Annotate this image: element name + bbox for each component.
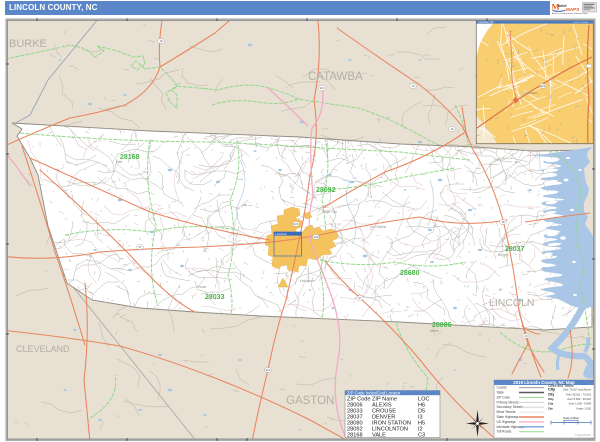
svg-text:16: 16 — [524, 334, 528, 338]
svg-text:City: City — [548, 388, 556, 392]
svg-text:City: City — [548, 407, 553, 410]
svg-text:Crouse: Crouse — [196, 285, 207, 289]
svg-text:28680: 28680 — [400, 270, 420, 277]
svg-text:US Highways: US Highways — [497, 420, 517, 424]
svg-text:28168: 28168 — [120, 154, 140, 161]
svg-text:America's Leading Source of Bu: America's Leading Source of Business Map… — [552, 12, 588, 15]
svg-text:C3: C3 — [418, 432, 425, 438]
svg-text:28092: 28092 — [316, 187, 336, 194]
svg-text:Iron Station: Iron Station — [370, 225, 387, 229]
svg-text:Lincolnton: Lincolnton — [276, 233, 288, 236]
svg-text:150: 150 — [313, 235, 318, 239]
svg-text:Alexis: Alexis — [430, 329, 439, 333]
svg-text:321: 321 — [319, 86, 324, 90]
svg-text:28006: 28006 — [432, 322, 452, 329]
svg-text:Denver: Denver — [498, 253, 509, 257]
svg-text:ZIP Code: ZIP Code — [497, 395, 511, 399]
svg-text:State Highways: State Highways — [497, 415, 520, 419]
svg-text:LINCOLN: LINCOLN — [489, 297, 535, 309]
svg-text:16: 16 — [501, 220, 505, 224]
svg-text:Boger City: Boger City — [322, 210, 337, 214]
svg-text:Minor Streets: Minor Streets — [497, 410, 516, 414]
svg-text:321: 321 — [265, 368, 270, 372]
svg-text:County: County — [497, 386, 508, 390]
svg-text:27: 27 — [138, 245, 142, 249]
svg-text:321: 321 — [540, 84, 545, 88]
svg-text:ZIP Code Index/Grid Locator: ZIP Code Index/Grid Locator — [347, 390, 401, 395]
svg-text:Over 9,000 - 36,010: Over 9,000 - 36,010 — [567, 397, 591, 401]
svg-text:Lincolnton: Lincolnton — [524, 91, 538, 95]
svg-text:BURKE: BURKE — [9, 38, 47, 50]
svg-text:State: State — [497, 391, 505, 395]
svg-text:Lincolnton: Lincolnton — [300, 279, 315, 283]
svg-text:28037: 28037 — [505, 246, 525, 253]
svg-text:GASTON: GASTON — [286, 395, 334, 407]
svg-text:Toll Roads: Toll Roads — [497, 430, 512, 434]
svg-text:321: 321 — [293, 222, 298, 226]
svg-text:Over 1,000 - 8,999: Over 1,000 - 8,999 — [569, 402, 592, 406]
svg-text:10: 10 — [411, 84, 415, 88]
svg-text:City: City — [548, 392, 554, 396]
svg-text:Lincolnton, NC: Lincolnton, NC — [478, 21, 494, 24]
svg-text:18: 18 — [159, 39, 163, 43]
svg-text:CATAWBA: CATAWBA — [308, 71, 363, 83]
svg-text:Scale 1:24000: Scale 1:24000 — [574, 22, 589, 24]
svg-text:Primary Streets: Primary Streets — [497, 400, 519, 404]
svg-text:Under 1,000: Under 1,000 — [576, 406, 591, 410]
svg-text:Scale of Miles: Scale of Miles — [563, 416, 580, 420]
svg-text:City: City — [548, 402, 554, 406]
svg-text:© MarketMAPS: © MarketMAPS — [574, 434, 591, 437]
svg-text:VALE: VALE — [372, 432, 386, 438]
svg-text:MAPS: MAPS — [566, 7, 579, 12]
svg-text:Over 70,017 and Above: Over 70,017 and Above — [563, 388, 592, 392]
svg-text:Over 36,011 - 70,016: Over 36,011 - 70,016 — [566, 392, 592, 396]
svg-text:27: 27 — [358, 296, 362, 300]
svg-text:City: City — [548, 397, 554, 401]
svg-text:28033: 28033 — [205, 294, 225, 301]
svg-text:16: 16 — [450, 127, 454, 131]
svg-text:28168: 28168 — [347, 432, 363, 438]
svg-text:CLEVELAND: CLEVELAND — [16, 344, 70, 354]
